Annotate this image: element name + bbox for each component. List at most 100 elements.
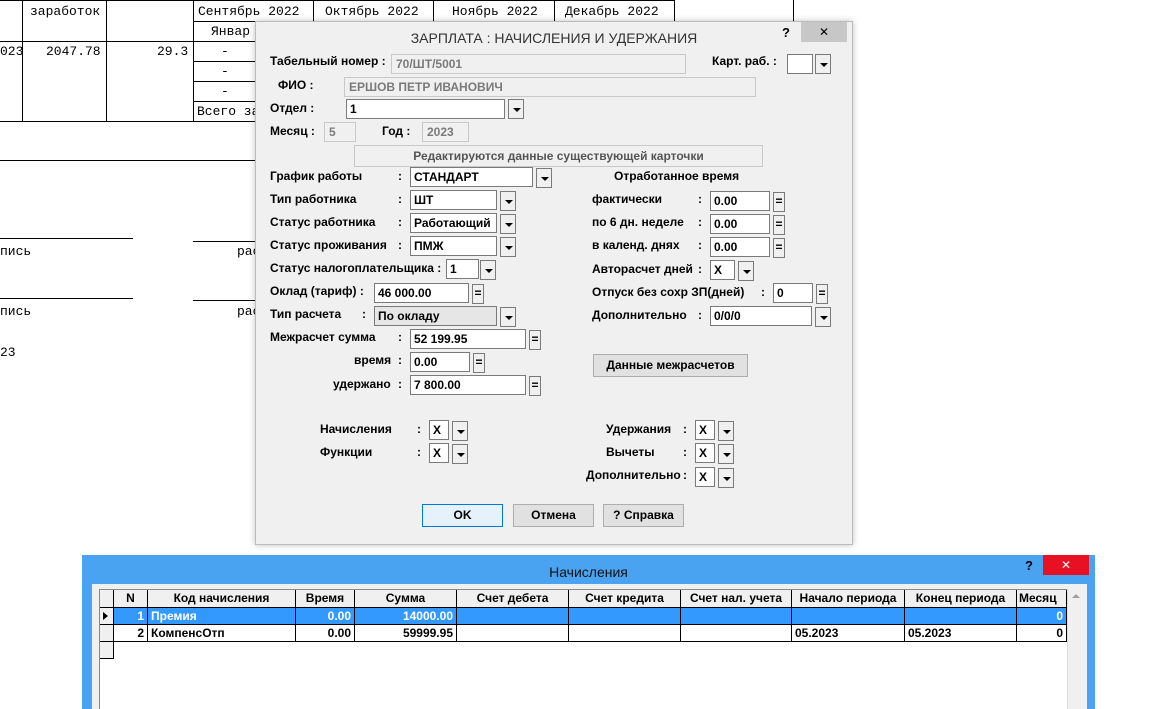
card-dropdown[interactable]	[815, 54, 831, 74]
calc-type-dropdown[interactable]	[500, 307, 516, 327]
tab-number-field: 70/ШТ/5001	[391, 54, 686, 74]
unpaid-leave-field[interactable]: 0	[773, 283, 813, 303]
tab-number-label: Табельный номер :	[270, 54, 386, 68]
calc-type-field[interactable]: По окладу	[374, 306, 497, 326]
schedule-field[interactable]: СТАНДАРТ	[410, 167, 533, 187]
edit-notice: Редактируются данные существующей карточ…	[354, 145, 763, 167]
taxpayer-field[interactable]: 1	[446, 259, 479, 279]
inter-sum-field[interactable]: 52 199.95	[410, 329, 526, 349]
dash-2: -	[221, 64, 229, 79]
worker-type-field[interactable]: ШТ	[410, 190, 497, 210]
withholdings-dropdown[interactable]	[718, 421, 734, 441]
ok-button[interactable]: OK	[422, 504, 503, 527]
inter-withheld-field[interactable]: 7 800.00	[410, 375, 526, 395]
accruals-window: Начисления ? ✕ N Код начисления Время Су…	[82, 555, 1095, 709]
deductions-dropdown[interactable]	[718, 444, 734, 464]
close-icon[interactable]: ✕	[801, 22, 847, 42]
col-end[interactable]: Конец периода	[905, 590, 1017, 608]
row-value: 29.3	[157, 44, 189, 59]
autocalc-dropdown[interactable]	[738, 261, 754, 281]
scroll-up-icon[interactable]	[1072, 594, 1080, 598]
signature-label-2: пись	[0, 304, 32, 319]
vertical-scrollbar[interactable]	[1067, 589, 1085, 709]
taxpayer-dropdown[interactable]	[480, 260, 496, 280]
actual-calc-button[interactable]: =	[773, 192, 785, 212]
functions-colon: :	[417, 445, 421, 459]
cancel-button[interactable]: Отмена	[513, 504, 594, 527]
unpaid-leave-label: Отпуск без сохр ЗП(дней)	[592, 285, 745, 299]
row-indicator-1[interactable]	[100, 608, 114, 625]
inter-time-calc-button[interactable]: =	[473, 353, 485, 373]
accruals-close-icon[interactable]: ✕	[1043, 555, 1089, 575]
inter-sum-calc-button[interactable]: =	[529, 330, 541, 350]
dialog-titlebar[interactable]: ЗАРПЛАТА : НАЧИСЛЕНИЯ И УДЕРЖАНИЯ ? ✕	[256, 22, 852, 50]
accruals-client-area: N Код начисления Время Сумма Счет дебета…	[92, 584, 1087, 709]
inter-withheld-calc-button[interactable]: =	[529, 376, 541, 396]
col-credit[interactable]: Счет кредита	[569, 590, 681, 608]
card-field[interactable]	[787, 54, 813, 74]
col-start[interactable]: Начало периода	[792, 590, 905, 608]
dept-field[interactable]: 1	[346, 99, 505, 119]
worker-type-colon: :	[398, 192, 402, 206]
six-day-field[interactable]: 0.00	[710, 214, 770, 234]
year-label: 23	[0, 345, 16, 360]
year-field: 2023	[422, 122, 469, 142]
col-code[interactable]: Код начисления	[148, 590, 296, 608]
additional-dropdown[interactable]	[815, 307, 831, 327]
schedule-dropdown[interactable]	[536, 168, 552, 188]
accruals-dropdown[interactable]	[452, 421, 468, 441]
col-time[interactable]: Время	[296, 590, 355, 608]
month-field: 5	[324, 122, 356, 142]
autocalc-field[interactable]: X	[710, 260, 735, 280]
worked-time-title: Отработанное время	[614, 169, 740, 183]
accruals-field[interactable]: X	[429, 420, 449, 440]
current-row-arrow-icon	[103, 612, 108, 620]
deductions-field[interactable]: X	[695, 443, 715, 463]
actual-field[interactable]: 0.00	[710, 191, 770, 211]
col-tax[interactable]: Счет нал. учета	[681, 590, 792, 608]
col-month[interactable]: Месяц	[1017, 590, 1067, 608]
functions-field[interactable]: X	[429, 443, 449, 463]
col-n[interactable]: N	[114, 590, 148, 608]
row-indicator-2[interactable]	[100, 625, 114, 642]
taxpayer-label: Статус налогоплательщика :	[270, 261, 442, 275]
accruals-titlebar[interactable]: Начисления ? ✕	[82, 555, 1095, 585]
inter-time-label: время	[354, 353, 392, 367]
functions-label: Функции	[320, 445, 373, 459]
inter-withheld-colon: :	[398, 377, 402, 391]
month-header-4: Декабрь 2022	[565, 4, 659, 19]
inter-data-button[interactable]: Данные межрасчетов	[593, 354, 748, 377]
dept-dropdown[interactable]	[508, 99, 524, 119]
earnings-header: заработок	[30, 4, 101, 19]
salary-field[interactable]: 46 000.00	[374, 283, 469, 303]
six-day-calc-button[interactable]: =	[773, 215, 785, 235]
year-label-dialog: Год :	[382, 124, 411, 138]
additional2-field[interactable]: X	[695, 467, 715, 487]
worker-status-dropdown[interactable]	[500, 214, 516, 234]
withholdings-field[interactable]: X	[695, 420, 715, 440]
calendar-days-field[interactable]: 0.00	[710, 237, 770, 257]
accruals-title: Начисления	[549, 564, 628, 580]
accruals-help-icon[interactable]: ?	[1025, 558, 1033, 573]
residence-field[interactable]: ПМЖ	[410, 236, 497, 256]
help-icon[interactable]: ?	[782, 25, 790, 40]
inter-time-field[interactable]: 0.00	[410, 352, 470, 372]
worker-type-label: Тип работника	[270, 192, 357, 206]
unpaid-leave-calc-button[interactable]: =	[816, 284, 828, 304]
salary-calc-button[interactable]: =	[472, 284, 484, 304]
residence-dropdown[interactable]	[500, 237, 516, 257]
col-debit[interactable]: Счет дебета	[457, 590, 569, 608]
functions-dropdown[interactable]	[452, 444, 468, 464]
worker-type-dropdown[interactable]	[500, 191, 516, 211]
additional2-dropdown[interactable]	[718, 468, 734, 488]
row-year: 023	[0, 44, 24, 59]
help-button[interactable]: ? Справка	[603, 504, 684, 527]
worker-status-field[interactable]: Работающий	[410, 213, 497, 233]
col-sum[interactable]: Сумма	[355, 590, 457, 608]
inter-sum-label: Межрасчет сумма	[270, 330, 376, 344]
calendar-days-calc-button[interactable]: =	[773, 238, 785, 258]
additional-label: Дополнительно	[592, 308, 687, 322]
month-header-2: Октябрь 2022	[325, 4, 419, 19]
additional-field[interactable]: 0/0/0	[710, 306, 812, 326]
row-indicator-new[interactable]	[100, 642, 114, 659]
